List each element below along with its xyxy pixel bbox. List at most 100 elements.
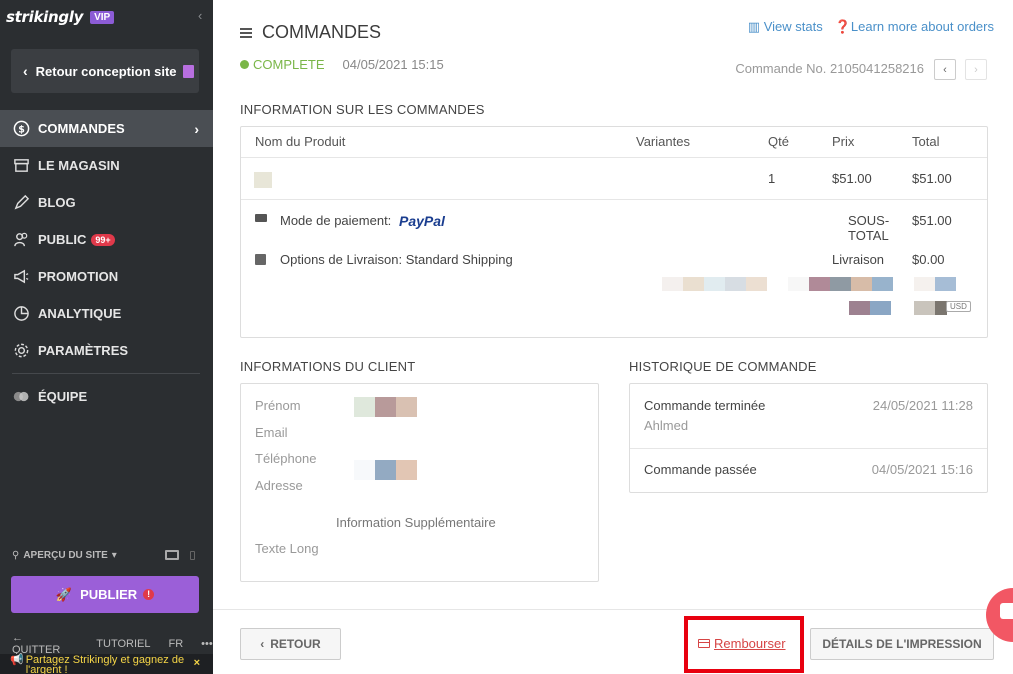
sidebar-item-equipe[interactable]: ÉQUIPE: [0, 378, 213, 415]
sidebar-item-label: PROMOTION: [38, 269, 119, 284]
sidebar-item-label: BLOG: [38, 195, 76, 210]
megaphone-icon: 📢: [10, 654, 24, 666]
subtotal-value: $51.00: [912, 213, 952, 228]
refund-label: Rembourser: [714, 636, 786, 651]
history-event-date: 24/05/2021 11:28: [872, 398, 973, 413]
help-icon: ❓: [834, 19, 851, 34]
site-preview-label: APERÇU DU SITE: [23, 550, 108, 561]
sidebar-item-label: COMMANDES: [38, 121, 125, 136]
paypal-logo: PayPal: [399, 213, 445, 229]
next-order-button[interactable]: ›: [965, 59, 987, 80]
rocket-icon: 🚀: [55, 586, 73, 602]
quit-link[interactable]: ← QUITTER: [12, 632, 78, 656]
chevron-left-icon: ‹: [23, 63, 28, 79]
gear-icon: [12, 342, 30, 360]
sidebar-nav: $ COMMANDES › LE MAGASIN BLOG PUBLIC 99+: [0, 110, 213, 415]
sidebar-item-parametres[interactable]: PARAMÈTRES: [0, 332, 213, 369]
orders-table: Nom du Produit Variantes Qté Prix Total …: [240, 126, 988, 338]
document-icon: [182, 64, 194, 78]
team-icon: [12, 388, 30, 406]
history-event-user: Ahlmed: [644, 418, 689, 433]
desktop-view-icon[interactable]: [165, 550, 179, 560]
product-thumbnail: [254, 172, 272, 188]
language-selector[interactable]: FR: [168, 638, 183, 650]
sidebar-item-label: ANALYTIQUE: [38, 306, 122, 321]
list-icon: [240, 26, 252, 40]
sidebar-item-analytique[interactable]: ANALYTIQUE: [0, 295, 213, 332]
product-total: $51.00: [912, 171, 952, 186]
brand: strikingly VIP: [6, 8, 115, 26]
orders-section-title: INFORMATION SUR LES COMMANDES: [240, 102, 485, 117]
back-button[interactable]: ‹ RETOUR: [240, 628, 341, 660]
row-divider: [241, 157, 987, 158]
close-icon[interactable]: ×: [194, 658, 200, 669]
sidebar-item-label: PUBLIC: [38, 232, 87, 247]
more-icon[interactable]: •••: [201, 638, 213, 650]
order-history-card: Commande terminée Ahlmed 24/05/2021 11:2…: [629, 383, 988, 493]
footer-divider: [213, 609, 1013, 610]
back-to-design-button[interactable]: ‹ Retour conception site: [11, 49, 199, 93]
store-icon: [12, 157, 30, 175]
redacted-firstname: [354, 397, 417, 417]
publish-label: PUBLIER: [80, 587, 138, 602]
header-links: ▥ View stats ❓Learn more about orders: [748, 19, 994, 35]
print-details-button[interactable]: DÉTAILS DE L'IMPRESSION: [810, 628, 994, 660]
redacted-phone: [354, 460, 417, 480]
redacted-label: [662, 277, 893, 291]
column-header: Qté: [768, 134, 789, 149]
tutorial-link[interactable]: TUTORIEL: [96, 638, 150, 650]
chevron-down-icon: ▾: [111, 550, 117, 561]
extra-info-heading: Information Supplémentaire: [336, 515, 496, 530]
share-banner[interactable]: 📢 Partagez Strikingly et gagnez de l'arg…: [0, 654, 213, 674]
refund-highlight: Rembourser: [684, 616, 804, 673]
history-event-label: Commande passée: [644, 462, 757, 477]
share-banner-text: Partagez Strikingly et gagnez de l'argen…: [25, 654, 185, 674]
sidebar-item-commandes[interactable]: $ COMMANDES ›: [0, 110, 213, 147]
long-text-label: Texte Long: [255, 541, 319, 556]
redacted-value: [914, 277, 956, 291]
nav-divider: [12, 373, 200, 374]
redacted-total-value: [914, 301, 947, 315]
box-icon: [255, 254, 266, 265]
site-preview-toggle[interactable]: ⚲ APERÇU DU SITE ▾: [12, 550, 117, 561]
sidebar-item-blog[interactable]: BLOG: [0, 184, 213, 221]
view-stats-link[interactable]: ▥ View stats: [748, 19, 823, 35]
subtotal-label: TOTAL: [848, 228, 889, 243]
order-status: COMPLETE 04/05/2021 15:15: [240, 57, 444, 72]
client-info-card: Prénom Email Téléphone Adresse Informati…: [240, 383, 599, 582]
column-header: Variantes: [636, 134, 690, 149]
history-event-label: Commande terminée: [644, 398, 766, 413]
shipping-value: $0.00: [912, 252, 945, 267]
main-content: COMMANDES ▥ View stats ❓Learn more about…: [213, 0, 1013, 674]
refund-button[interactable]: Rembourser: [698, 636, 786, 651]
strikingly-logo[interactable]: strikingly: [6, 8, 83, 26]
credit-card-icon: [255, 214, 267, 222]
dollar-circle-icon: $: [12, 120, 30, 138]
payment-label: Mode de paiement:: [280, 213, 392, 228]
status-badge: COMPLETE: [253, 57, 325, 72]
svg-text:$: $: [18, 124, 25, 135]
back-to-design-label: Retour conception site: [35, 63, 177, 79]
shipping-right-label: Livraison: [832, 252, 885, 267]
chevron-left-icon: ‹: [260, 637, 265, 651]
redacted-total-label: [849, 301, 891, 315]
publish-button[interactable]: 🚀 PUBLIER !: [11, 576, 199, 613]
email-label: Email: [255, 425, 288, 440]
search-icon: ⚲: [12, 550, 20, 561]
row-divider: [241, 199, 987, 200]
client-section-title: INFORMATIONS DU CLIENT: [240, 359, 416, 374]
previous-order-button[interactable]: ‹: [934, 59, 956, 80]
mobile-view-icon[interactable]: [190, 551, 195, 560]
order-number: Commande No. 2105041258216: [735, 61, 924, 76]
sidebar-item-magasin[interactable]: LE MAGASIN: [0, 147, 213, 184]
column-header: Prix: [832, 134, 855, 149]
pen-icon: [12, 194, 30, 212]
back-button-label: RETOUR: [270, 637, 321, 651]
sidebar-item-label: PARAMÈTRES: [38, 343, 129, 358]
collapse-sidebar-icon[interactable]: ‹: [198, 8, 202, 23]
sidebar-item-public[interactable]: PUBLIC 99+: [0, 221, 213, 258]
currency-badge: USD: [946, 301, 971, 312]
learn-more-link[interactable]: ❓Learn more about orders: [835, 19, 994, 35]
warning-icon: !: [143, 589, 155, 600]
sidebar-item-promotion[interactable]: PROMOTION: [0, 258, 213, 295]
